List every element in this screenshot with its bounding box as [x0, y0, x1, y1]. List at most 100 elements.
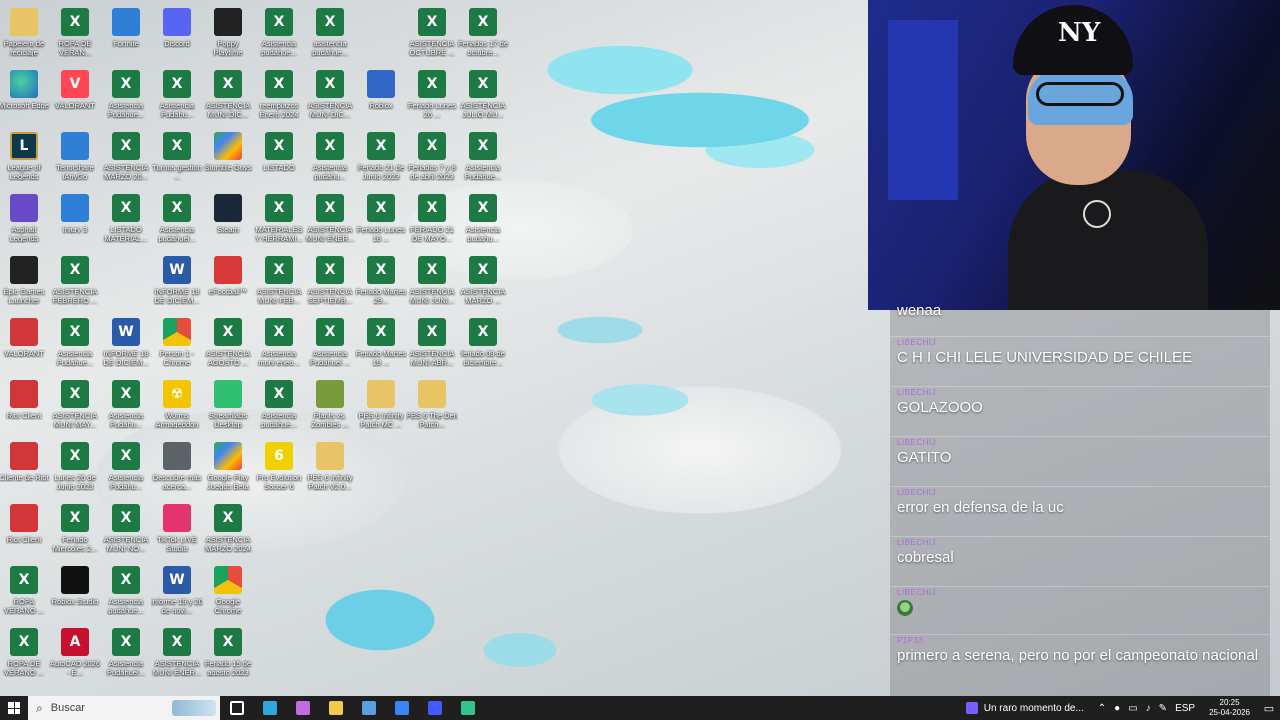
taskbar-app-mail[interactable] — [385, 696, 418, 720]
desktop-icon[interactable]: Riot Client — [0, 376, 49, 436]
desktop-icon[interactable]: Discord — [152, 4, 202, 64]
desktop-icon[interactable]: X Feriados 17 de octubre... — [458, 4, 508, 64]
desktop-icon[interactable]: L League of Legends — [0, 128, 49, 188]
desktop-icon[interactable]: X Feriado 15 de agosto 2023 — [203, 624, 253, 684]
desktop-icon[interactable]: Descubre más acerca... — [152, 438, 202, 498]
desktop-icon[interactable]: Roblox Studio — [50, 562, 100, 622]
desktop-icon[interactable]: Asphalt Legends — [0, 190, 49, 250]
desktop-icon[interactable]: V VALORANT — [50, 66, 100, 126]
taskbar-app-streamer[interactable] — [418, 696, 451, 720]
desktop-icon[interactable]: Riot Client — [0, 500, 49, 560]
desktop-icon[interactable]: X LISTADO MATERIAL... — [101, 190, 151, 250]
taskbar-app-edge[interactable] — [253, 696, 286, 720]
desktop-icon[interactable]: Winforme 19 y 20 de novi... — [151, 562, 203, 622]
desktop-icon[interactable]: Steam — [203, 190, 253, 250]
desktop-icon[interactable]: X LISTADO — [254, 128, 304, 188]
desktop-icon[interactable]: ☢ Worms Armageddon — [152, 376, 202, 436]
desktop-icon[interactable]: X Asistencia Pudahuel... — [101, 624, 151, 684]
desktop-icon[interactable]: X ASISTENCIA MUNI DIC... — [203, 66, 253, 126]
desktop-icon[interactable]: X Asistencia pudahue... — [101, 562, 151, 622]
desktop-icon[interactable]: X Turnos gestion ... — [152, 128, 202, 188]
taskbar-app-task-view[interactable] — [220, 696, 253, 720]
desktop-icon[interactable]: Streamlabs Desktop — [203, 376, 253, 436]
desktop-icon[interactable]: X Asistencia Pudahuel ... — [305, 314, 355, 374]
desktop-icon[interactable]: X Asistencia Pudahu... — [101, 438, 151, 498]
desktop-icon[interactable]: Google Chrome — [203, 562, 253, 622]
desktop-icon[interactable]: Google Play Juegos Beta — [203, 438, 253, 498]
desktop-icon[interactable]: Cliente de Riot — [0, 438, 49, 498]
desktop-icon[interactable]: X Asistencia pudahue... — [254, 376, 304, 436]
desktop-icon[interactable]: Tenorshare iAnyGo — [50, 128, 100, 188]
desktop-icon[interactable]: PES 6 Infinity Patch V2.0... — [305, 438, 355, 498]
start-button[interactable] — [0, 696, 28, 720]
pen-icon[interactable]: ✎ — [1159, 703, 1167, 714]
desktop-icon[interactable]: X Feriado 21 de Junio 2023 — [356, 128, 406, 188]
desktop-icon[interactable]: X Asistencia pudahuel... — [152, 190, 202, 250]
desktop-icon[interactable]: X ASISTENCIA MARZO 20... — [101, 128, 151, 188]
desktop-icon[interactable]: VALORANT — [0, 314, 49, 374]
desktop-icon[interactable]: Person 1 - Chrome — [152, 314, 202, 374]
desktop-icon[interactable]: X Asistencia pudahu... — [458, 190, 508, 250]
desktop-icon[interactable]: X ASISTENCIA OCTUBRE ... — [407, 4, 457, 64]
desktop-icon[interactable]: Poppy Playtime — [203, 4, 253, 64]
desktop-icon[interactable]: X Asistencia pudahue... — [254, 4, 304, 64]
desktop-icon[interactable]: Roblox — [356, 66, 406, 126]
desktop-icon[interactable]: X Asistencia Pudahu... — [152, 66, 202, 126]
desktop-icon[interactable]: X ROPA DE VERANO ... — [0, 624, 49, 684]
desktop-icon[interactable]: Xasistencia pudahue... — [305, 4, 355, 64]
desktop-icon[interactable]: PES 6 Infinity Patch MC ... — [356, 376, 406, 436]
taskbar-app-file-explorer[interactable] — [319, 696, 352, 720]
desktop-icon[interactable]: X Asistencia Pudahue... — [458, 128, 508, 188]
desktop-icon[interactable]: X Asistencia Pudahue... — [50, 314, 100, 374]
desktop-icon[interactable]: Injury 3 — [50, 190, 100, 250]
desktop-icon[interactable]: X ASISTENCIA MUNI ENER... — [305, 190, 355, 250]
desktop-icon[interactable]: Papelera de reciclaje — [0, 4, 49, 64]
desktop-icon[interactable]: Epic Games Launcher — [0, 252, 49, 312]
desktop-icon[interactable]: Stumble Guys — [203, 128, 253, 188]
desktop-icon[interactable]: X ASISTENCIA MUNI NO... — [101, 500, 151, 560]
desktop-icon[interactable]: X Lunes 26 de Junio 2023 — [50, 438, 100, 498]
language-indicator[interactable]: ESP — [1175, 703, 1195, 714]
desktop-icon[interactable]: X ROPA VERANO ... — [0, 562, 49, 622]
media-widget[interactable]: Un raro momento de... — [958, 696, 1092, 720]
desktop-icon[interactable]: W INFORME 18 DE DICIEM... — [101, 314, 151, 374]
desktop-icon[interactable]: X Asistencia muni eneo... — [254, 314, 304, 374]
desktop-icon[interactable]: X ASISTENCIA MUNI DIC... — [305, 66, 355, 126]
desktop-icon[interactable]: X ASISTENCIA FEBRERO ... — [50, 252, 100, 312]
desktop-icon[interactable]: X Feriado Lunes 26 ... — [407, 66, 457, 126]
desktop-icon[interactable]: X Feriado Miercoles 2... — [50, 500, 100, 560]
desktop-icon[interactable]: W INFORME 18 DE DICIEM... — [152, 252, 202, 312]
desktop-icon[interactable]: X Asistencia Pudahue... — [101, 66, 151, 126]
desktop-icon[interactable]: X ASISTENCIA MARZO ... — [458, 252, 508, 312]
desktop-icon[interactable]: X ASISTENCIA MUNI MAY... — [50, 376, 100, 436]
desktop-icon[interactable]: X ASISTENCIA MUNI ENER... — [152, 624, 202, 684]
desktop-icon[interactable]: Plants vs. Zombies ... — [305, 376, 355, 436]
desktop-icon[interactable]: X ASISTENCIA MARZO 2024 — [203, 500, 253, 560]
desktop-icon[interactable]: X ASISTENCIA MUNI FEB... — [254, 252, 304, 312]
chevron-up-icon[interactable]: ⌃ — [1098, 703, 1106, 714]
desktop-icon[interactable]: X ASISTENCIA SEPTIEMB... — [305, 252, 355, 312]
notification-icon[interactable]: ▭ — [1258, 696, 1280, 720]
desktop-icon[interactable]: X Asistencia Pudahu... — [101, 376, 151, 436]
desktop-icon[interactable]: X ASISTENCIA JULIO MU... — [458, 66, 508, 126]
desktop-icon[interactable]: X Feriados 7 y 8 de abril 2023 — [407, 128, 457, 188]
clock[interactable]: 20:25 25-04-2026 — [1201, 698, 1258, 718]
desktop-icon[interactable]: eFootball™ — [203, 252, 253, 312]
volume-icon[interactable]: ♪ — [1146, 703, 1151, 714]
desktop-icon[interactable]: TikTok LIVE Studio — [152, 500, 202, 560]
network-icon[interactable]: ▭ — [1128, 703, 1137, 714]
desktop-icon[interactable]: X Feriado Martes 19 ... — [356, 314, 406, 374]
taskbar-search[interactable]: ⌕ Buscar — [28, 696, 220, 720]
desktop-icon[interactable]: Microsoft Edge — [0, 66, 49, 126]
desktop-icon[interactable]: X ASISTENCIA MUNI JUNI... — [407, 252, 457, 312]
taskbar-app-store[interactable] — [352, 696, 385, 720]
desktop-icon[interactable]: Xreemplazos Enero 2024 — [254, 66, 304, 126]
desktop-icon[interactable]: Xferiado 08 de diciembre... — [458, 314, 508, 374]
taskbar-app-copilot[interactable] — [286, 696, 319, 720]
desktop-icon[interactable]: X Asistencia pudahu... — [305, 128, 355, 188]
desktop-icon[interactable]: X ASISTENCIA AGOSTO ... — [203, 314, 253, 374]
taskbar-app-streamlabs[interactable] — [451, 696, 484, 720]
desktop-icon[interactable]: X ASISTENCIA MUNI ABR... — [407, 314, 457, 374]
desktop-icon[interactable]: X ROPA DE VERAN... — [50, 4, 100, 64]
desktop-icon[interactable]: X Feriado Lunes 18 ... — [356, 190, 406, 250]
